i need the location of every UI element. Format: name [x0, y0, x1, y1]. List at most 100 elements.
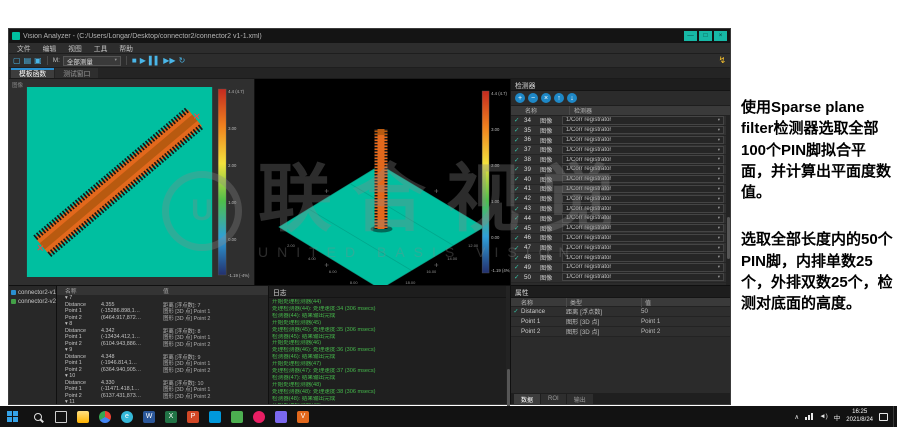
excel-icon[interactable]: X [160, 406, 182, 427]
add-detector-button[interactable]: + [515, 93, 525, 103]
tray-expand-icon[interactable]: ∧ [794, 413, 799, 421]
detector-scrollbar[interactable] [726, 116, 730, 285]
detector-row[interactable]: ✓ 36 图像 1/Corr registrator ▾ [511, 136, 730, 146]
detector-row[interactable]: ✓ 37 图像 1/Corr registrator ▾ [511, 145, 730, 155]
step-icon[interactable]: ▶▶ [163, 57, 175, 65]
detector-select[interactable]: 1/Corr registrator ▾ [562, 204, 724, 213]
result-row[interactable]: Point 2 (6137.431,873… 图形 [3D 点] Point 2 [57, 393, 268, 400]
menu-item[interactable]: 文件 [11, 43, 37, 53]
detector-row[interactable]: ✓ 35 图像 1/Corr registrator ▾ [511, 126, 730, 136]
detector-select[interactable]: 1/Corr registrator ▾ [562, 136, 724, 145]
move-down-button[interactable]: ↓ [567, 93, 577, 103]
menu-item[interactable]: 视图 [62, 43, 88, 53]
detector-select[interactable]: 1/Corr registrator ▾ [562, 195, 724, 204]
detector-select[interactable]: 1/Corr registrator ▾ [562, 244, 724, 253]
open-icon[interactable]: ▤ [24, 57, 32, 65]
detector-row[interactable]: ✓ 45 图像 1/Corr registrator ▾ [511, 224, 730, 234]
tab-test-window[interactable]: 测试窗口 [55, 68, 98, 78]
start-button[interactable] [0, 406, 25, 427]
detector-select[interactable]: 1/Corr registrator ▾ [562, 234, 724, 243]
row-check-icon[interactable]: ✓ [514, 185, 522, 193]
detector-select[interactable]: 1/Corr registrator ▾ [562, 146, 724, 155]
row-check-icon[interactable]: ✓ [514, 165, 522, 173]
row-check-icon[interactable]: ✓ [514, 224, 522, 232]
detector-select[interactable]: 1/Corr registrator ▾ [562, 185, 724, 194]
maximize-button[interactable]: □ [699, 31, 712, 41]
detector-select[interactable]: 1/Corr registrator ▾ [562, 175, 724, 184]
vscode-icon[interactable] [204, 406, 226, 427]
row-check-icon[interactable]: ✓ [514, 234, 522, 242]
detector-select[interactable]: 1/Corr registrator ▾ [562, 116, 724, 125]
detector-row[interactable]: ✓ 40 图像 1/Corr registrator ▾ [511, 175, 730, 185]
menu-item[interactable]: 工具 [88, 43, 114, 53]
ime-indicator[interactable]: 中 [834, 412, 841, 422]
row-check-icon[interactable]: ✓ [514, 244, 522, 252]
edge-icon[interactable]: e [116, 406, 138, 427]
stop-icon[interactable]: ■ [132, 57, 137, 65]
detector-row[interactable]: ✓ 38 图像 1/Corr registrator ▾ [511, 155, 730, 165]
result-row[interactable]: ▾ 11 [57, 399, 268, 404]
detector-select[interactable]: 1/Corr registrator ▾ [562, 155, 724, 164]
titlebar[interactable]: Vision Analyzer - (C:/Users/Longar/Deskt… [9, 29, 730, 43]
pause-icon[interactable]: ▌▌ [149, 57, 160, 65]
detector-row[interactable]: ✓ 42 图像 1/Corr registrator ▾ [511, 194, 730, 204]
minimize-button[interactable]: — [684, 31, 697, 41]
run-bolt-icon[interactable]: ↯ [718, 56, 726, 65]
tree-item[interactable]: connector2-v1-1 [9, 288, 56, 297]
task-view-icon[interactable] [50, 406, 72, 427]
menu-item[interactable]: 编辑 [37, 43, 63, 53]
detector-row[interactable]: ✓ 46 图像 1/Corr registrator ▾ [511, 234, 730, 244]
tree-item[interactable]: connector2-v2-1 [9, 297, 56, 306]
detector-row[interactable]: ✓ 43 图像 1/Corr registrator ▾ [511, 204, 730, 214]
view-3d-canvas[interactable]: 2.00 4.00 6.00 8.00 12.00 14.00 16.00 18… [255, 79, 510, 285]
close-button[interactable]: × [714, 31, 727, 41]
detector-row[interactable]: ✓ 34 图像 1/Corr registrator ▾ [511, 116, 730, 126]
media-player-icon[interactable] [248, 406, 270, 427]
result-row[interactable]: Point 2 (6364.940,905… 图形 [3D 点] Point 2 [57, 367, 268, 374]
tab-data[interactable]: 数据 [514, 394, 540, 404]
show-desktop-button[interactable] [893, 406, 897, 427]
search-button[interactable] [25, 406, 50, 427]
detector-select[interactable]: 1/Corr registrator ▾ [562, 165, 724, 174]
loop-icon[interactable]: ↻ [179, 57, 186, 65]
row-check-icon[interactable]: ✓ [514, 116, 522, 124]
row-check-icon[interactable]: ✓ [514, 136, 522, 144]
clock[interactable]: 16:25 2021/8/24 [846, 409, 873, 423]
wechat-icon[interactable] [226, 406, 248, 427]
detector-select[interactable]: 1/Corr registrator ▾ [562, 253, 724, 262]
detector-select[interactable]: 1/Corr registrator ▾ [562, 214, 724, 223]
tab-template[interactable]: 模板函数 [11, 68, 54, 78]
view-2d-canvas[interactable]: 4.4 (4.7) 3.00 2.00 1.00 0.00 -1.19 (-4%… [9, 79, 254, 285]
result-row[interactable]: Point 2 (6464.917,872… 图形 [3D 点] Point 2 [57, 315, 268, 322]
detector-select[interactable]: 1/Corr registrator ▾ [562, 263, 724, 272]
row-check-icon[interactable]: ✓ [511, 308, 521, 315]
save-icon[interactable]: ▣ [34, 57, 42, 65]
action-center-icon[interactable] [879, 413, 888, 421]
property-row[interactable]: ✓ Distance 距离 [浮点数] 50 [511, 307, 730, 317]
file-explorer-icon[interactable] [72, 406, 94, 427]
notepad-icon[interactable] [270, 406, 292, 427]
remove-detector-button[interactable]: − [528, 93, 538, 103]
tab-output[interactable]: 输出 [567, 394, 593, 404]
detector-row[interactable]: ✓ 48 图像 1/Corr registrator ▾ [511, 253, 730, 263]
row-check-icon[interactable]: ✓ [514, 175, 522, 183]
menu-item[interactable]: 帮助 [113, 43, 139, 53]
property-row[interactable]: Point 2 图形 [3D 点] Point 2 [511, 327, 730, 337]
tab-roi[interactable]: ROI [541, 394, 566, 404]
detector-select[interactable]: 1/Corr registrator ▾ [562, 224, 724, 233]
network-icon[interactable] [805, 413, 813, 420]
row-check-icon[interactable]: ✓ [514, 126, 522, 134]
new-template-icon[interactable]: ▢ [13, 57, 21, 65]
row-check-icon[interactable]: ✓ [514, 273, 522, 281]
clear-detectors-button[interactable]: × [541, 93, 551, 103]
volume-icon[interactable]: ◄) [819, 413, 828, 420]
play-icon[interactable]: ▶ [140, 57, 146, 65]
row-check-icon[interactable]: ✓ [514, 263, 522, 271]
vision-analyzer-icon[interactable]: V [292, 406, 314, 427]
chrome-icon[interactable] [94, 406, 116, 427]
move-up-button[interactable]: ↑ [554, 93, 564, 103]
log-scrollbar[interactable] [506, 286, 510, 404]
log-output[interactable]: 开始处理检测器(44)处理检测器(44): 处理速度:34 (306 msecs… [269, 298, 510, 404]
word-icon[interactable]: W [138, 406, 160, 427]
detector-row[interactable]: ✓ 50 图像 1/Corr registrator ▾ [511, 273, 730, 283]
